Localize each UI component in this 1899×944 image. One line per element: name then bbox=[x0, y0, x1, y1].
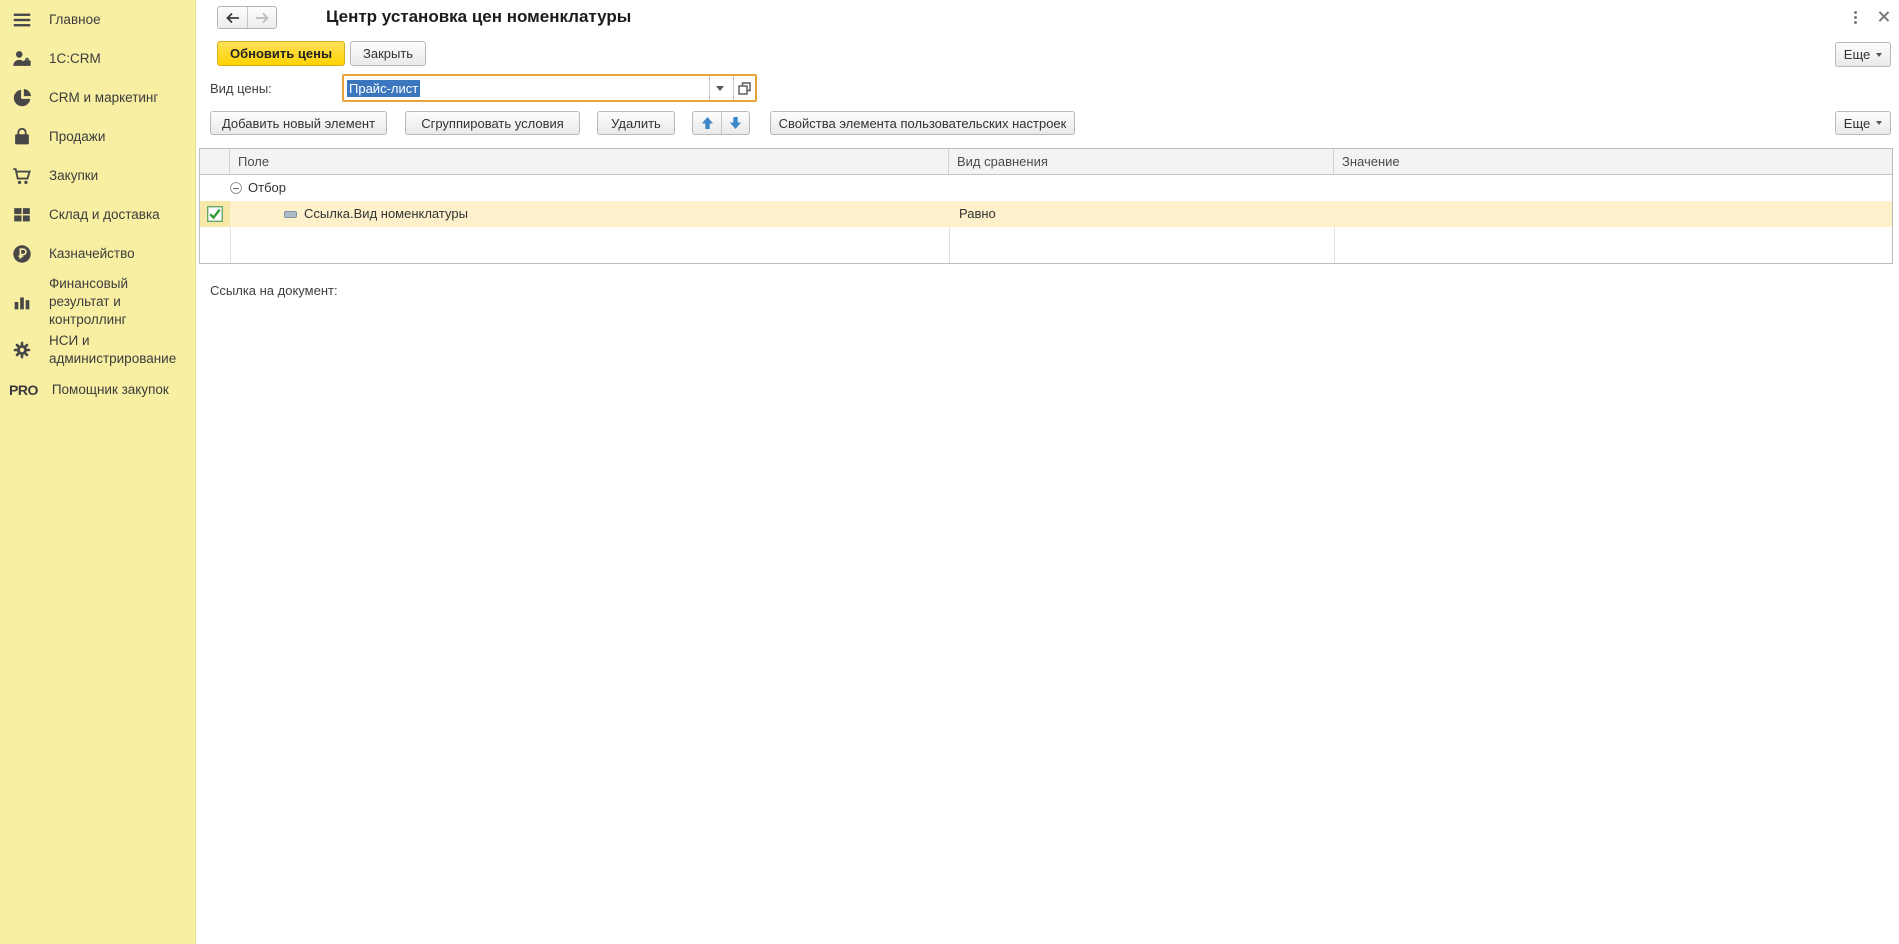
sidebar: Главное 1С:CRM CRM и маркетинг Продажи З bbox=[0, 0, 196, 944]
add-element-button[interactable]: Добавить новый элемент bbox=[210, 111, 387, 135]
table-header: Поле Вид сравнения Значение bbox=[200, 149, 1892, 175]
filter-item-icon bbox=[284, 211, 297, 218]
table-row[interactable]: Ссылка.Вид номенклатуры Равно bbox=[200, 201, 1892, 227]
forward-button[interactable] bbox=[247, 7, 276, 28]
header-value-column: Значение bbox=[1334, 149, 1892, 174]
ruble-icon bbox=[9, 243, 35, 265]
move-down-button[interactable] bbox=[721, 112, 749, 134]
sidebar-item-sales[interactable]: Продажи bbox=[0, 117, 195, 156]
main-area: Центр установка цен номенклатуры Обновит… bbox=[196, 0, 1899, 944]
group-row-label: Отбор bbox=[248, 180, 286, 195]
row-comparison-value: Равно bbox=[959, 206, 996, 221]
move-up-button[interactable] bbox=[693, 112, 721, 134]
close-icon[interactable] bbox=[1876, 9, 1891, 24]
document-link-label: Ссылка на документ: bbox=[210, 283, 338, 298]
back-button[interactable] bbox=[218, 7, 247, 28]
sidebar-item-label: Закупки bbox=[49, 167, 98, 185]
row-checkbox-cell bbox=[200, 201, 230, 227]
arrow-down-icon bbox=[729, 116, 742, 130]
price-type-open-button[interactable] bbox=[733, 76, 755, 100]
update-prices-button[interactable]: Обновить цены bbox=[217, 41, 345, 66]
page-title: Центр установка цен номенклатуры bbox=[326, 7, 631, 27]
sidebar-item-crm-marketing[interactable]: CRM и маркетинг bbox=[0, 78, 195, 117]
sidebar-item-warehouse[interactable]: Склад и доставка bbox=[0, 195, 195, 234]
open-in-window-icon bbox=[738, 82, 751, 95]
header-field-column: Поле bbox=[230, 149, 949, 174]
sidebar-item-label: Продажи bbox=[49, 128, 105, 146]
sidebar-item-main[interactable]: Главное bbox=[0, 0, 195, 39]
row-field-value: Ссылка.Вид номенклатуры bbox=[304, 206, 468, 221]
menu-icon bbox=[9, 9, 35, 31]
history-nav bbox=[217, 6, 277, 29]
sidebar-item-1c-crm[interactable]: 1С:CRM bbox=[0, 39, 195, 78]
cart-icon bbox=[9, 165, 35, 187]
person-icon bbox=[9, 48, 35, 70]
more-button-top[interactable]: Еще bbox=[1835, 42, 1891, 67]
move-buttons bbox=[692, 111, 750, 135]
group-conditions-button[interactable]: Сгруппировать условия bbox=[405, 111, 580, 135]
sidebar-item-treasury[interactable]: Казначейство bbox=[0, 234, 195, 273]
filter-table: Поле Вид сравнения Значение Отбор Ссылка… bbox=[199, 148, 1893, 264]
sidebar-item-admin[interactable]: НСИ и администрирование bbox=[0, 330, 195, 370]
settings-properties-button[interactable]: Свойства элемента пользовательских настр… bbox=[770, 111, 1075, 135]
bag-icon bbox=[9, 126, 35, 148]
sidebar-item-label: Казначейство bbox=[49, 245, 135, 263]
sidebar-item-purchase-assistant[interactable]: PRO Помощник закупок bbox=[0, 370, 195, 409]
sidebar-item-label: Главное bbox=[49, 11, 101, 29]
bar-chart-icon bbox=[9, 291, 35, 313]
pie-chart-icon bbox=[9, 87, 35, 109]
chevron-down-icon bbox=[1876, 53, 1882, 57]
pro-badge-icon: PRO bbox=[9, 382, 38, 398]
sidebar-item-label: Помощник закупок bbox=[52, 381, 169, 399]
header-comparison-column: Вид сравнения bbox=[949, 149, 1334, 174]
price-type-value: Прайс-лист bbox=[347, 80, 420, 97]
sidebar-item-label: 1С:CRM bbox=[49, 50, 101, 68]
sidebar-item-purchases[interactable]: Закупки bbox=[0, 156, 195, 195]
close-form-button[interactable]: Закрыть bbox=[350, 41, 426, 66]
price-type-input[interactable]: Прайс-лист bbox=[344, 76, 709, 100]
arrow-up-icon bbox=[701, 116, 714, 130]
price-type-dropdown-button[interactable] bbox=[709, 76, 729, 100]
grid-icon bbox=[9, 204, 35, 226]
price-type-label: Вид цены: bbox=[210, 81, 272, 96]
sidebar-item-label: CRM и маркетинг bbox=[49, 89, 158, 107]
sidebar-item-label: НСИ и администрирование bbox=[49, 332, 187, 368]
delete-button[interactable]: Удалить bbox=[597, 111, 675, 135]
more-button-label: Еще bbox=[1844, 116, 1870, 131]
price-type-field: Прайс-лист bbox=[342, 74, 757, 102]
more-button-bottom[interactable]: Еще bbox=[1835, 111, 1891, 135]
app-window: Главное 1С:CRM CRM и маркетинг Продажи З bbox=[0, 0, 1899, 944]
kebab-menu-icon[interactable] bbox=[1848, 8, 1862, 26]
checkbox-checked-icon[interactable] bbox=[207, 206, 223, 222]
sidebar-item-finance[interactable]: Финансовый результат и контроллинг bbox=[0, 273, 195, 330]
table-row-group[interactable]: Отбор bbox=[200, 175, 1892, 201]
chevron-down-icon bbox=[716, 86, 724, 91]
header-checkbox-column bbox=[200, 149, 230, 174]
chevron-down-icon bbox=[1876, 121, 1882, 125]
collapse-toggle-icon[interactable] bbox=[230, 182, 242, 194]
sidebar-item-label: Финансовый результат и контроллинг bbox=[49, 275, 187, 328]
more-button-label: Еще bbox=[1844, 47, 1870, 62]
sidebar-item-label: Склад и доставка bbox=[49, 206, 160, 224]
gear-icon bbox=[9, 339, 35, 361]
